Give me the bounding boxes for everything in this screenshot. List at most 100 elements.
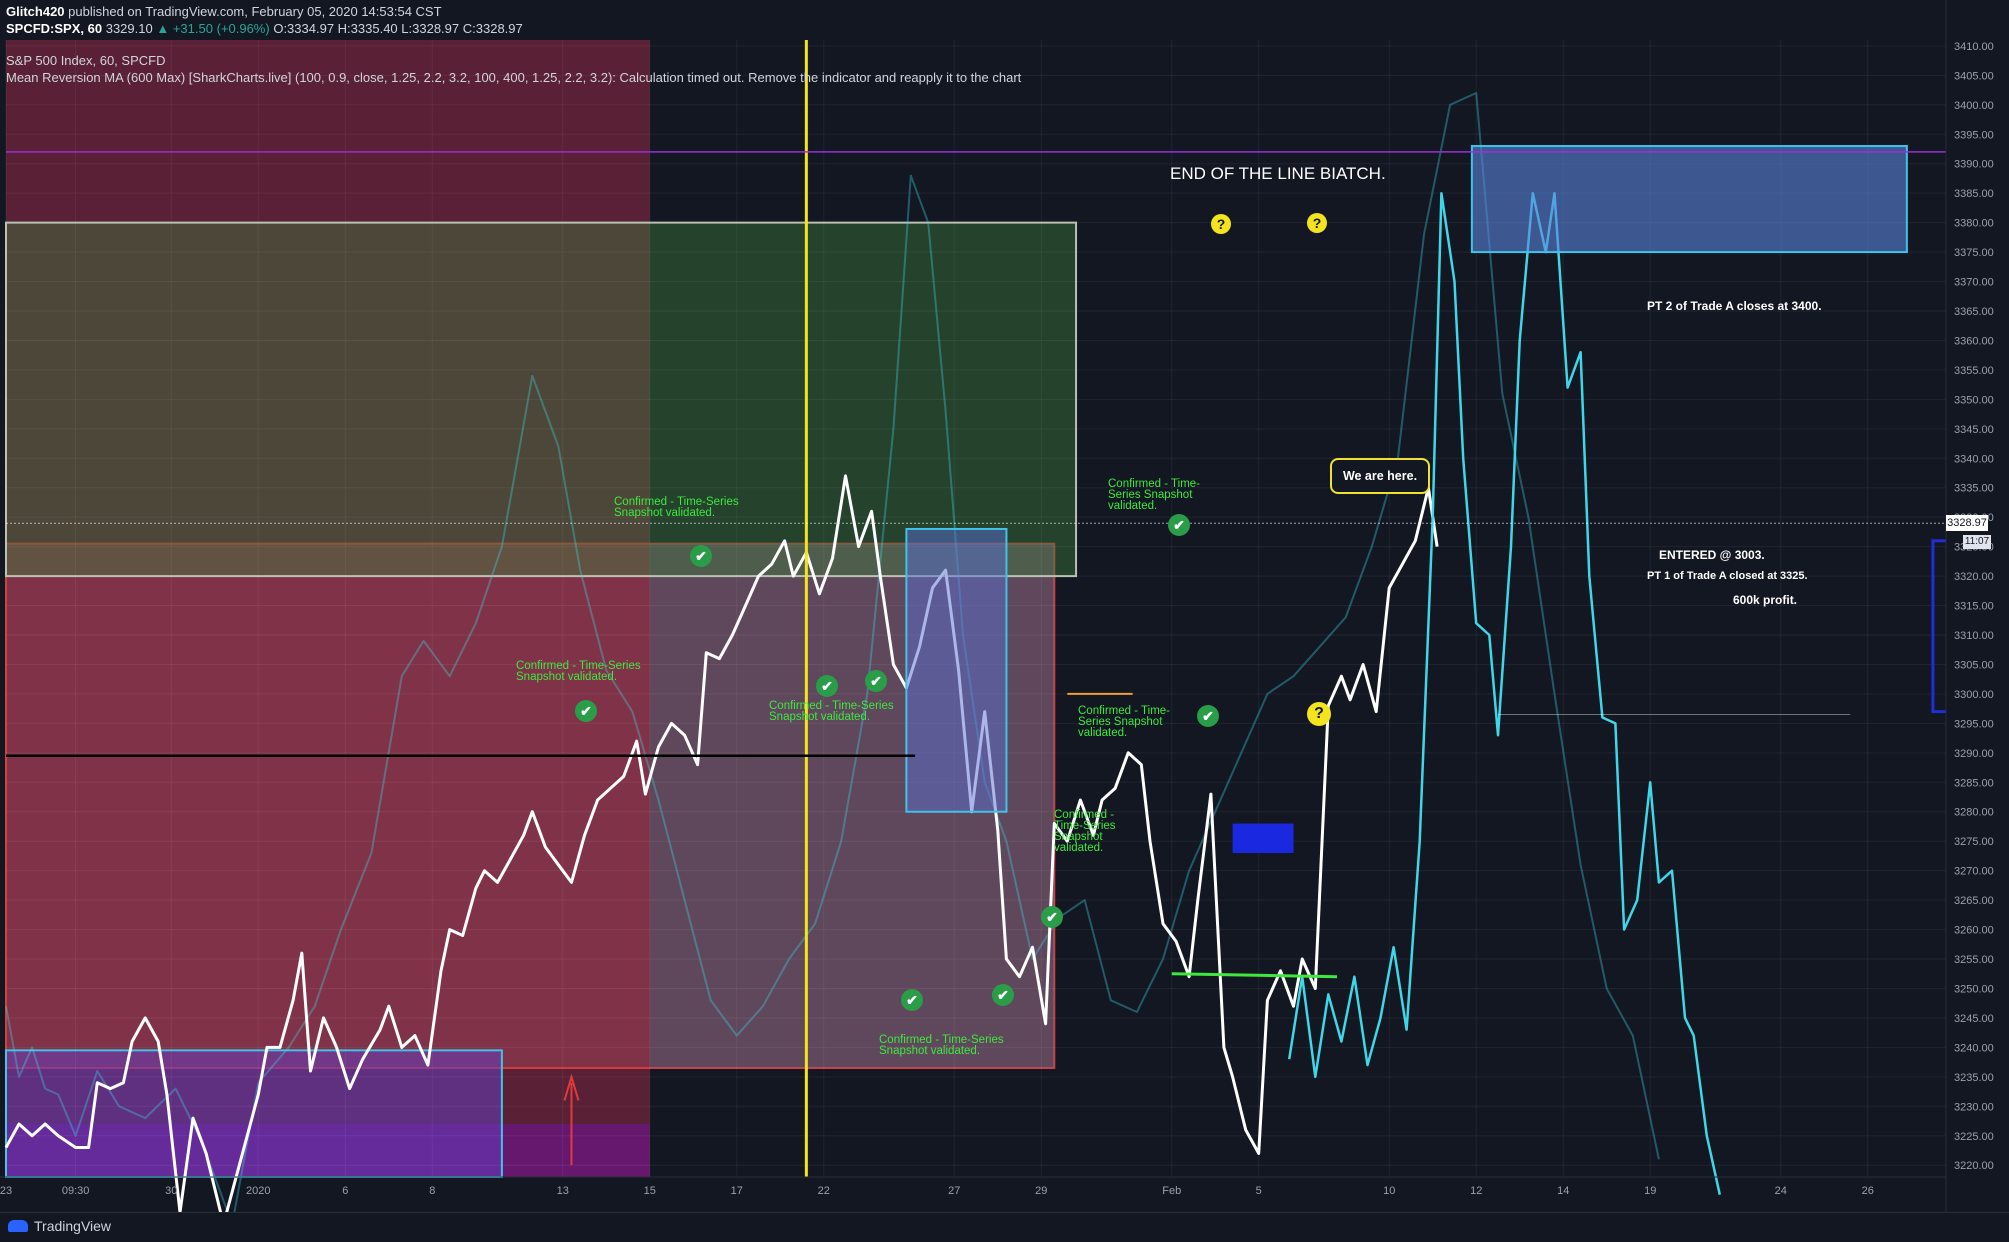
chart-screenshot: { "header": { "author": "Glitch420", "pu… — [0, 0, 2009, 1242]
x-tick-label: 09:30 — [62, 1185, 90, 1197]
y-tick-label: 3410.00 — [1954, 41, 1994, 53]
question-mark-icon: ? — [1307, 213, 1327, 233]
y-tick-label: 3400.00 — [1954, 100, 1994, 112]
y-tick-label: 3320.00 — [1954, 571, 1994, 583]
y-tick-label: 3335.00 — [1954, 483, 1994, 495]
y-tick-label: 3395.00 — [1954, 129, 1994, 141]
confirmed-note: Confirmed - Time- Series Snapshot valida… — [1078, 705, 1171, 739]
y-tick-label: 3305.00 — [1954, 659, 1994, 671]
confirmed-note: Confirmed - Time-Series Snapshot validat… — [1054, 809, 1116, 854]
y-tick-label: 3255.00 — [1954, 954, 1994, 966]
cyan-entry-box — [905, 527, 1008, 813]
y-tick-label: 3225.00 — [1954, 1131, 1994, 1143]
y-tick-label: 3340.00 — [1954, 453, 1994, 465]
x-tick-label: 30 — [165, 1185, 177, 1197]
last-price: 3329.10 — [105, 21, 153, 36]
y-tick-label: 3280.00 — [1954, 807, 1994, 819]
x-tick-label: 23 — [0, 1185, 12, 1197]
check-icon: ✔ — [1197, 705, 1219, 727]
confirmed-note: Confirmed - Time-Series Snapshot validat… — [516, 660, 641, 683]
y-tick-label: 3290.00 — [1954, 748, 1994, 760]
pt2-label: PT 2 of Trade A closes at 3400. — [1647, 299, 1822, 313]
green-support-line — [1171, 972, 1338, 979]
y-tick-label: 3230.00 — [1954, 1101, 1994, 1113]
y-tick-label: 3220.00 — [1954, 1160, 1994, 1172]
publish-line: Glitch420 published on TradingView.com, … — [6, 4, 442, 19]
y-tick-label: 3235.00 — [1954, 1072, 1994, 1084]
y-tick-label: 3295.00 — [1954, 718, 1994, 730]
check-icon: ✔ — [1168, 514, 1190, 536]
x-tick-label: 12 — [1470, 1185, 1482, 1197]
x-tick-label: 17 — [731, 1185, 743, 1197]
tradingview-cloud-icon — [8, 1220, 28, 1232]
confirmed-note: Confirmed - Time-Series Snapshot validat… — [879, 1034, 1004, 1057]
check-icon: ✔ — [1041, 906, 1063, 928]
y-tick-label: 3285.00 — [1954, 777, 1994, 789]
x-tick-label: 14 — [1557, 1185, 1569, 1197]
check-icon: ✔ — [690, 545, 712, 567]
countdown-badge: 11:07 — [1963, 535, 1991, 549]
pt1-label: PT 1 of Trade A closed at 3325. — [1647, 570, 1808, 582]
change-value: +31.50 (+0.96%) — [172, 21, 270, 36]
open-value: O:3334.97 — [273, 21, 335, 36]
y-tick-label: 3375.00 — [1954, 247, 1994, 259]
y-tick-label: 3345.00 — [1954, 424, 1994, 436]
x-tick-label: 15 — [644, 1185, 656, 1197]
legend-title[interactable]: S&P 500 Index, 60, SPCFD — [6, 53, 165, 68]
confirmed-note: Confirmed - Time- Series Snapshot valida… — [1108, 478, 1201, 512]
y-tick-label: 3240.00 — [1954, 1042, 1994, 1054]
y-tick-label: 3370.00 — [1954, 277, 1994, 289]
up-arrow-icon: ▲ — [156, 21, 170, 36]
y-tick-label: 3270.00 — [1954, 866, 1994, 878]
y-tick-label: 3250.00 — [1954, 983, 1994, 995]
y-tick-label: 3245.00 — [1954, 1013, 1994, 1025]
y-tick-label: 3360.00 — [1954, 335, 1994, 347]
x-tick-label: 26 — [1862, 1185, 1874, 1197]
author-name[interactable]: Glitch420 — [6, 4, 65, 19]
x-axis: 23 09:30 30 2020 6 8 13 15 17 22 27 29 Feb 5 10 12 14 19 2… — [0, 1176, 1946, 1197]
y-tick-label: 3365.00 — [1954, 306, 1994, 318]
y-tick-label: 3355.00 — [1954, 365, 1994, 377]
y-tick-label: 3380.00 — [1954, 218, 1994, 230]
chart-canvas[interactable]: 3410.00 3405.00 3400.00 3395.00 3390.00 3385.… — [0, 0, 2009, 1241]
check-icon: ✔ — [575, 700, 597, 722]
indicator-status[interactable]: Mean Reversion MA (600 Max) [SharkCharts… — [6, 70, 1021, 85]
published-text: published on TradingView.com, February 0… — [68, 4, 442, 19]
confirmed-note: Confirmed - Time-Series Snapshot validat… — [769, 700, 894, 723]
check-icon: ✔ — [992, 984, 1014, 1006]
y-tick-label: 3390.00 — [1954, 159, 1994, 171]
end-of-line-label: END OF THE LINE BIATCH. — [1170, 164, 1386, 183]
x-tick-label: 10 — [1383, 1185, 1395, 1197]
question-mark-icon: ? — [1211, 214, 1231, 234]
y-tick-label: 3350.00 — [1954, 394, 1994, 406]
y-tick-label: 3405.00 — [1954, 70, 1994, 82]
symbol-label[interactable]: SPCFD:SPX, 60 — [6, 21, 102, 36]
close-value: C:3328.97 — [462, 21, 523, 36]
we-are-here-callout: We are here. — [1330, 458, 1430, 494]
x-tick-label: 24 — [1775, 1185, 1787, 1197]
footer-bar: TradingView — [0, 1212, 2009, 1242]
x-tick-label: 5 — [1256, 1185, 1262, 1197]
check-icon: ✔ — [816, 675, 838, 697]
blue-marker-box — [1232, 823, 1294, 853]
x-tick-label: 22 — [818, 1185, 830, 1197]
last-price-badge: 3328.97 — [1946, 515, 1988, 531]
end-of-line-box — [1470, 145, 1908, 254]
x-tick-label: Feb — [1162, 1185, 1181, 1197]
ohlc-line: SPCFD:SPX, 60 3329.10 ▲ +31.50 (+0.96%) … — [6, 21, 523, 36]
confirmed-note: Confirmed - Time-Series Snapshot validat… — [614, 496, 739, 519]
x-tick-label: 8 — [429, 1185, 435, 1197]
question-mark-icon: ? — [1307, 702, 1331, 726]
entered-label: ENTERED @ 3003. — [1659, 548, 1765, 562]
x-tick-label: 29 — [1035, 1185, 1047, 1197]
y-tick-label: 3385.00 — [1954, 188, 1994, 200]
x-tick-label: 27 — [948, 1185, 960, 1197]
brand-text: TradingView — [34, 1218, 112, 1234]
x-tick-label: 19 — [1644, 1185, 1656, 1197]
tradingview-logo[interactable]: TradingView — [8, 1218, 111, 1234]
profit-label: 600k profit. — [1733, 593, 1798, 607]
y-tick-label: 3265.00 — [1954, 895, 1994, 907]
x-tick-label: 6 — [342, 1185, 348, 1197]
x-tick-label: 13 — [557, 1185, 569, 1197]
low-value: L:3328.97 — [401, 21, 460, 36]
